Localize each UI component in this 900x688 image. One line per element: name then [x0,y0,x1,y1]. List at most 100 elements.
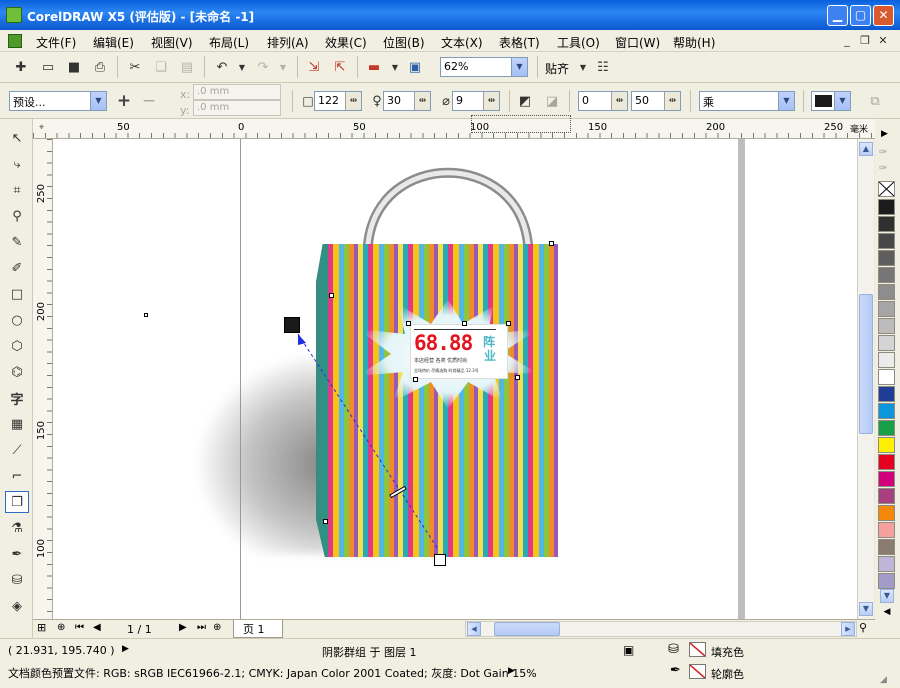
palette-color-swatch[interactable] [878,284,895,300]
crop-tool-icon[interactable]: ⌗ [5,179,29,201]
palette-color-swatch[interactable] [878,556,895,572]
palette-color-swatch[interactable] [878,216,895,232]
spinner-icon[interactable]: ⇹ [414,92,430,110]
next-page-icon[interactable]: ▶ [179,622,187,633]
options-icon[interactable]: ☷ [592,56,614,78]
palette-eyedropper-icon[interactable]: ✑ [879,147,887,158]
vertical-scroll-thumb[interactable] [859,294,873,434]
horizontal-scrollbar[interactable]: ◀ ▶ [465,621,857,637]
shadow-stretch-field[interactable]: 0 ⇹ [578,91,628,111]
interactive-fill-tool-icon[interactable]: ◈ [5,595,29,617]
redo-icon[interactable]: ↷ [252,56,274,78]
scroll-right-button[interactable]: ▶ [841,622,855,636]
palette-color-swatch[interactable] [878,199,895,215]
horizontal-ruler[interactable]: ⌖ 50 0 50 100 150 200 250 毫米 [33,115,875,139]
palette-color-swatch[interactable] [878,573,895,589]
document-icon[interactable] [8,34,22,48]
menu-arrange[interactable]: 排列(A) [267,34,309,51]
menu-view[interactable]: 视图(V) [151,34,193,51]
selection-handle[interactable] [549,241,554,246]
close-button[interactable]: ✕ [873,5,894,26]
palette-color-swatch[interactable] [878,318,895,334]
palette-color-swatch[interactable] [878,250,895,266]
palette-color-swatch[interactable] [878,301,895,317]
shadow-x-offset-field[interactable]: .0 mm [193,84,281,100]
menu-window[interactable]: 窗口(W) [615,34,660,51]
eyedropper-tool-icon[interactable]: ⚗ [5,517,29,539]
outline-color-swatch[interactable] [689,664,706,679]
zoom-level-combo[interactable]: 62% ▼ [440,57,528,77]
minimize-button[interactable]: ▁ [827,5,848,26]
chevron-down-icon[interactable]: ▼ [90,92,106,110]
palette-color-swatch[interactable] [878,420,895,436]
selection-handle[interactable] [462,321,467,326]
palette-color-swatch[interactable] [878,267,895,283]
palette-color-swatch[interactable] [878,505,895,521]
chevron-down-icon[interactable]: ▼ [778,92,794,110]
redo-dropdown-icon[interactable]: ▼ [272,56,294,78]
palette-color-swatch[interactable] [878,352,895,368]
first-page-icon[interactable]: ⏮ [75,622,84,633]
shadow-y-offset-field[interactable]: .0 mm [193,100,281,116]
ellipse-tool-icon[interactable]: ○ [5,309,29,331]
menu-file[interactable]: 文件(F) [36,34,76,51]
palette-color-swatch[interactable] [878,335,895,351]
palette-color-swatch[interactable] [878,233,895,249]
palette-color-swatch[interactable] [878,522,895,538]
save-icon[interactable]: ■ [63,56,85,78]
spinner-icon[interactable]: ⇹ [664,92,680,110]
connector-tool-icon[interactable]: ⌐ [5,465,29,487]
freehand-tool-icon[interactable]: ✎ [5,231,29,253]
cut-icon[interactable]: ✂ [124,56,146,78]
no-color-swatch[interactable] [878,181,895,197]
node-handle[interactable] [144,313,148,317]
vertical-ruler[interactable]: 250 200 150 100 [33,139,53,619]
menu-tools[interactable]: 工具(O) [557,34,600,51]
rectangle-tool-icon[interactable]: □ [5,283,29,305]
menu-help[interactable]: 帮助(H) [673,34,715,51]
shape-tool-icon[interactable]: ⤷ [5,153,29,175]
copy-icon[interactable]: ❏ [150,56,172,78]
palette-color-swatch[interactable] [878,386,895,402]
application-launcher-icon[interactable]: ▬ [363,56,385,78]
palette-color-swatch[interactable] [878,454,895,470]
text-tool-icon[interactable]: 字 [5,387,29,409]
dimension-tool-icon[interactable]: ⟋ [5,439,29,461]
undo-icon[interactable]: ↶ [211,56,233,78]
menu-edit[interactable]: 编辑(E) [93,34,134,51]
color-profile-expand-icon[interactable]: ▶ [508,666,515,676]
import-icon[interactable]: ⇲ [303,56,325,78]
print-icon[interactable]: ⎙ [89,56,111,78]
preset-combo[interactable]: 预设... ▼ [9,91,107,111]
doc-minimize-button[interactable]: _ [840,34,854,48]
menu-effects[interactable]: 效果(C) [325,34,367,51]
menu-bitmaps[interactable]: 位图(B) [383,34,425,51]
shadow-feather-field[interactable]: 30 ⇹ [383,91,431,111]
palette-color-swatch[interactable] [878,437,895,453]
scroll-down-button[interactable]: ▼ [859,602,873,616]
page-tab[interactable]: 页 1 [233,620,283,638]
menu-table[interactable]: 表格(T) [499,34,540,51]
bag-handle[interactable] [353,159,543,249]
fill-color-swatch[interactable] [689,642,706,657]
palette-color-swatch[interactable] [878,471,895,487]
spinner-icon[interactable]: ⇹ [611,92,627,110]
doc-restore-button[interactable]: ❐ [858,34,872,48]
zoom-tool-icon[interactable]: ⚲ [5,205,29,227]
scroll-left-button[interactable]: ◀ [467,622,481,636]
document-color-profile[interactable]: 文档颜色预置文件: RGB: sRGB IEC61966-2.1; CMYK: … [8,665,537,681]
selection-handle[interactable] [329,293,334,298]
palette-color-swatch[interactable] [878,403,895,419]
undo-dropdown-icon[interactable]: ▼ [231,56,253,78]
shadow-opacity-field[interactable]: 122 ⇹ [314,91,362,111]
zoom-corner-icon[interactable]: ⊞ [37,621,46,634]
copy-shadow-icon[interactable]: ⧉ [864,90,886,112]
feather-direction-icon[interactable]: ◩ [514,90,536,112]
add-page-after-icon[interactable]: ⊕ [213,622,221,633]
smart-fill-tool-icon[interactable]: ✐ [5,257,29,279]
shadow-color-picker[interactable]: ▼ [811,91,851,111]
menu-text[interactable]: 文本(X) [441,34,483,51]
palette-color-swatch[interactable] [878,369,895,385]
export-icon[interactable]: ⇱ [329,56,351,78]
maximize-button[interactable]: ▢ [850,5,871,26]
